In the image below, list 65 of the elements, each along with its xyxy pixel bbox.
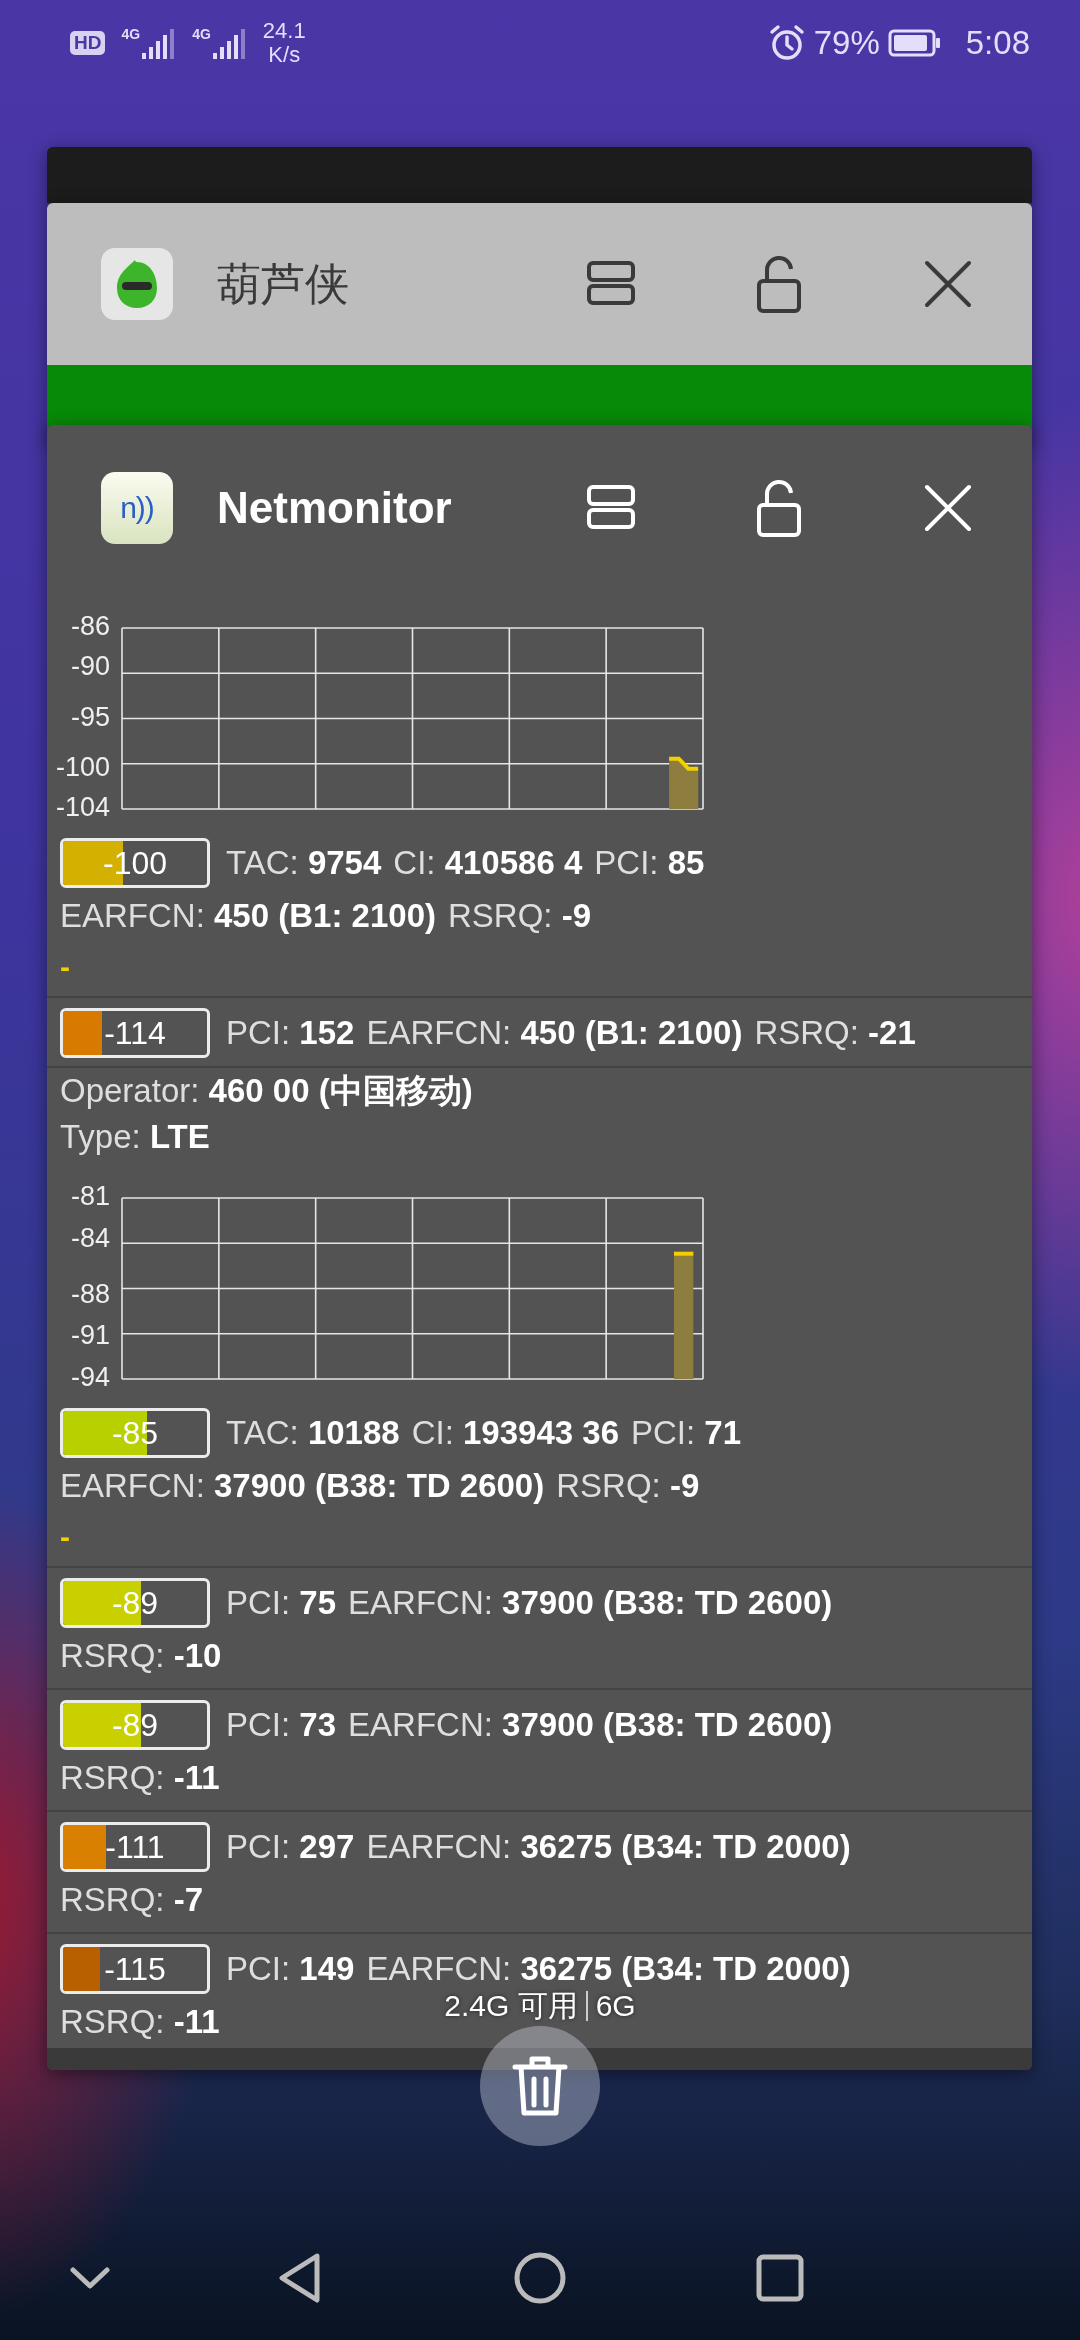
cell-field: PCI: 71: [631, 1410, 742, 1456]
cell-field: RSRQ: -9: [556, 1463, 700, 1509]
square-icon: [756, 2254, 804, 2302]
axis-tick-label: -81: [70, 1181, 110, 1212]
cell-field: RSRQ: -10: [60, 1633, 222, 1679]
cell-field: RSRQ: -7: [60, 1877, 204, 1923]
cell-field: RSRQ: -9: [448, 893, 591, 939]
axis-tick-label: -100: [55, 751, 110, 782]
cell-field: PCI: 297: [226, 1824, 355, 1870]
network-type-label: 4G: [121, 27, 141, 41]
cell-field: EARFCN: 36275 (B34: TD 2000): [366, 1824, 851, 1870]
alarm-icon: [767, 24, 806, 62]
battery-percentage: 79%: [813, 23, 880, 64]
app-title: Netmonitor: [217, 481, 452, 534]
trend-marker: -: [60, 950, 70, 983]
cell-field: EARFCN: 37900 (B38: TD 2600): [60, 1463, 545, 1509]
network-type-label: 4G: [192, 27, 211, 41]
axis-tick-label: -88: [70, 1278, 110, 1309]
back-icon: [277, 2252, 323, 2304]
cell-field: EARFCN: 450 (B1: 2100): [366, 1010, 743, 1056]
network-type-info: Type: LTE: [60, 1117, 211, 1157]
signal-area: [669, 758, 699, 809]
cell-field: PCI: 75: [226, 1580, 337, 1626]
cell-field: PCI: 73: [226, 1702, 337, 1748]
axis-tick-label: -91: [70, 1320, 110, 1351]
cell-field: PCI: 152: [226, 1010, 355, 1056]
axis-tick-label: -84: [70, 1222, 110, 1253]
trash-icon: [512, 2055, 568, 2117]
network-speed: 24.1: [262, 19, 306, 43]
cell-field: EARFCN: 37900 (B38: TD 2600): [348, 1702, 833, 1748]
axis-tick-label: -86: [70, 611, 110, 642]
chevron-down-icon: [70, 2266, 110, 2290]
cell-field: RSRQ: -21: [754, 1010, 916, 1056]
axis-tick-label: -95: [70, 701, 110, 732]
app-title: 葫芦侠: [217, 258, 349, 310]
cell-field: RSRQ: -11: [60, 1999, 220, 2045]
home-icon: [513, 2251, 567, 2305]
clock: 5:08: [965, 23, 1030, 64]
mascot-icon: [101, 248, 173, 320]
signal-value: -89: [110, 1584, 160, 1623]
signal-icon: [142, 27, 177, 59]
signal-value: -85: [110, 1414, 160, 1453]
app-logo: n)): [101, 471, 173, 544]
cell-field: PCI: 149: [226, 1946, 355, 1992]
axis-tick-label: -90: [70, 651, 110, 682]
axis-tick-label: -104: [55, 792, 110, 823]
battery-icon: [887, 29, 942, 57]
trend-marker: -: [60, 1520, 70, 1553]
signal-value: -115: [103, 1950, 167, 1989]
signal-value: -89: [110, 1706, 160, 1745]
cell-field: EARFCN: 450 (B1: 2100): [60, 893, 436, 939]
cell-field: EARFCN: 37900 (B38: TD 2600): [348, 1580, 833, 1626]
cell-field: CI: 193943 36: [411, 1410, 619, 1456]
cell-field: PCI: 85: [594, 840, 705, 886]
speed-unit: K/s: [267, 43, 302, 67]
cell-field: CI: 410586 4: [393, 840, 583, 886]
signal-value: -114: [103, 1014, 167, 1053]
signal-icon: [212, 27, 247, 59]
hd-indicator: HD: [70, 31, 106, 55]
signal-value: -111: [104, 1828, 166, 1867]
cell-field: TAC: 10188: [226, 1410, 400, 1456]
operator-info: Operator: 460 00 (中国移动): [60, 1071, 474, 1111]
axis-tick-label: -94: [70, 1362, 110, 1393]
cell-field: TAC: 9754: [226, 840, 382, 886]
cell-field: RSRQ: -11: [60, 1755, 220, 1801]
